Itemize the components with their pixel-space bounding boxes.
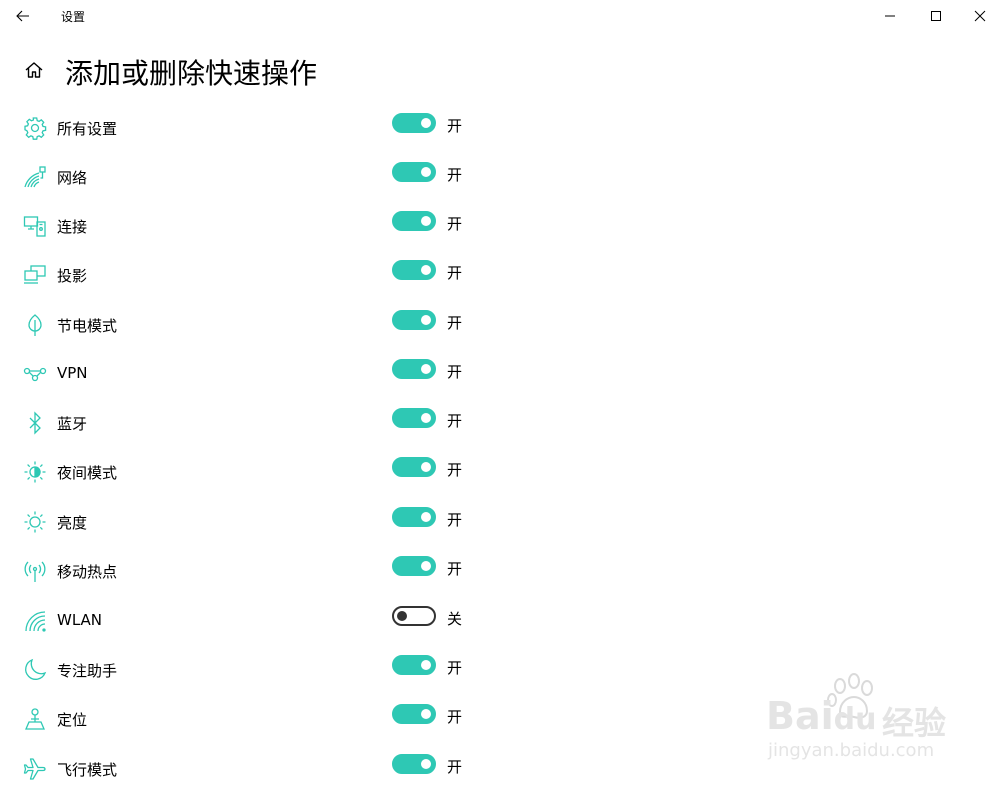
toggle-switch[interactable] [392,310,436,330]
list-item-location: 定位 开 [0,694,1000,743]
list-item-project: 投影 开 [0,250,1000,299]
list-item-airplane-mode: 飞行模式 开 [0,744,1000,793]
toggle-switch[interactable] [392,655,436,675]
arrow-left-icon [16,10,29,22]
toggle-switch[interactable] [392,754,436,774]
toggle-knob [421,315,431,325]
home-icon [25,62,43,78]
item-label: 所有设置 [57,120,118,138]
close-icon [974,10,986,22]
page-title: 添加或删除快速操作 [65,57,318,90]
toggle-state: 开 [447,412,463,430]
item-label: VPN [57,364,88,382]
toggle-switch[interactable] [392,556,436,576]
battery-saver-icon [22,312,48,338]
list-item-vpn: VPN 开 [0,349,1000,398]
list-item-network: 网络 开 [0,152,1000,201]
list-item-night-light: 夜间模式 开 [0,447,1000,496]
item-label: 连接 [57,218,88,236]
network-icon [22,164,48,190]
connect-icon [22,213,48,239]
bluetooth-icon [22,410,48,436]
toggle-state: 开 [447,708,463,726]
toggle-knob [421,167,431,177]
toggle-state: 开 [447,314,463,332]
title-bar: 设置 [0,0,1000,32]
toggle-state: 开 [447,560,463,578]
toggle-state: 关 [447,610,463,628]
toggle-switch[interactable] [392,457,436,477]
toggle-switch[interactable] [392,113,436,133]
list-item-connect: 连接 开 [0,201,1000,250]
minimize-button[interactable] [867,0,913,32]
toggle-knob [421,561,431,571]
item-label: 投影 [57,267,88,285]
close-button[interactable] [957,0,1000,32]
toggle-knob [421,216,431,226]
toggle-state: 开 [447,659,463,677]
item-label: 飞行模式 [57,761,118,779]
page-header: 添加或删除快速操作 [0,44,1000,96]
toggle-state: 开 [447,511,463,529]
list-item-all-settings: 所有设置 开 [0,103,1000,152]
toggle-state: 开 [447,117,463,135]
hotspot-icon [22,558,48,584]
toggle-state: 开 [447,461,463,479]
moon-icon [22,657,48,683]
list-item-battery-saver: 节电模式 开 [0,300,1000,349]
list-item-focus-assist: 专注助手 开 [0,645,1000,694]
maximize-icon [931,11,941,21]
toggle-knob [421,660,431,670]
item-label: 夜间模式 [57,464,118,482]
list-item-brightness: 亮度 开 [0,497,1000,546]
toggle-switch[interactable] [392,507,436,527]
toggle-switch[interactable] [392,606,436,626]
toggle-knob [421,759,431,769]
item-label: 专注助手 [57,662,118,680]
window-title: 设置 [61,10,86,24]
maximize-button[interactable] [913,0,959,32]
toggle-knob [421,413,431,423]
item-label: 蓝牙 [57,415,88,433]
gear-icon [22,115,48,141]
item-label: 定位 [57,711,88,729]
item-label: 移动热点 [57,563,118,581]
toggle-knob [397,611,407,621]
toggle-switch[interactable] [392,408,436,428]
toggle-state: 开 [447,166,463,184]
item-label: 节电模式 [57,317,118,335]
toggle-knob [421,364,431,374]
toggle-knob [421,265,431,275]
back-button[interactable] [6,0,40,32]
toggle-knob [421,118,431,128]
item-label: WLAN [57,611,103,629]
item-label: 网络 [57,169,88,187]
vpn-icon [22,361,48,387]
toggle-knob [421,512,431,522]
toggle-state: 开 [447,363,463,381]
toggle-state: 开 [447,215,463,233]
night-light-icon [22,459,48,485]
item-label: 亮度 [57,514,88,532]
location-icon [22,706,48,732]
list-item-wlan: WLAN 关 [0,596,1000,645]
toggle-switch[interactable] [392,211,436,231]
toggle-knob [421,709,431,719]
toggle-state: 开 [447,758,463,776]
toggle-state: 开 [447,264,463,282]
toggle-knob [421,462,431,472]
brightness-icon [22,509,48,535]
toggle-switch[interactable] [392,359,436,379]
toggle-switch[interactable] [392,704,436,724]
minimize-icon [885,15,895,17]
list-item-bluetooth: 蓝牙 开 [0,398,1000,447]
project-icon [22,262,48,288]
list-item-hotspot: 移动热点 开 [0,546,1000,595]
airplane-icon [22,756,48,782]
toggle-switch[interactable] [392,260,436,280]
home-button[interactable] [22,58,46,82]
toggle-switch[interactable] [392,162,436,182]
wifi-icon [22,608,48,634]
